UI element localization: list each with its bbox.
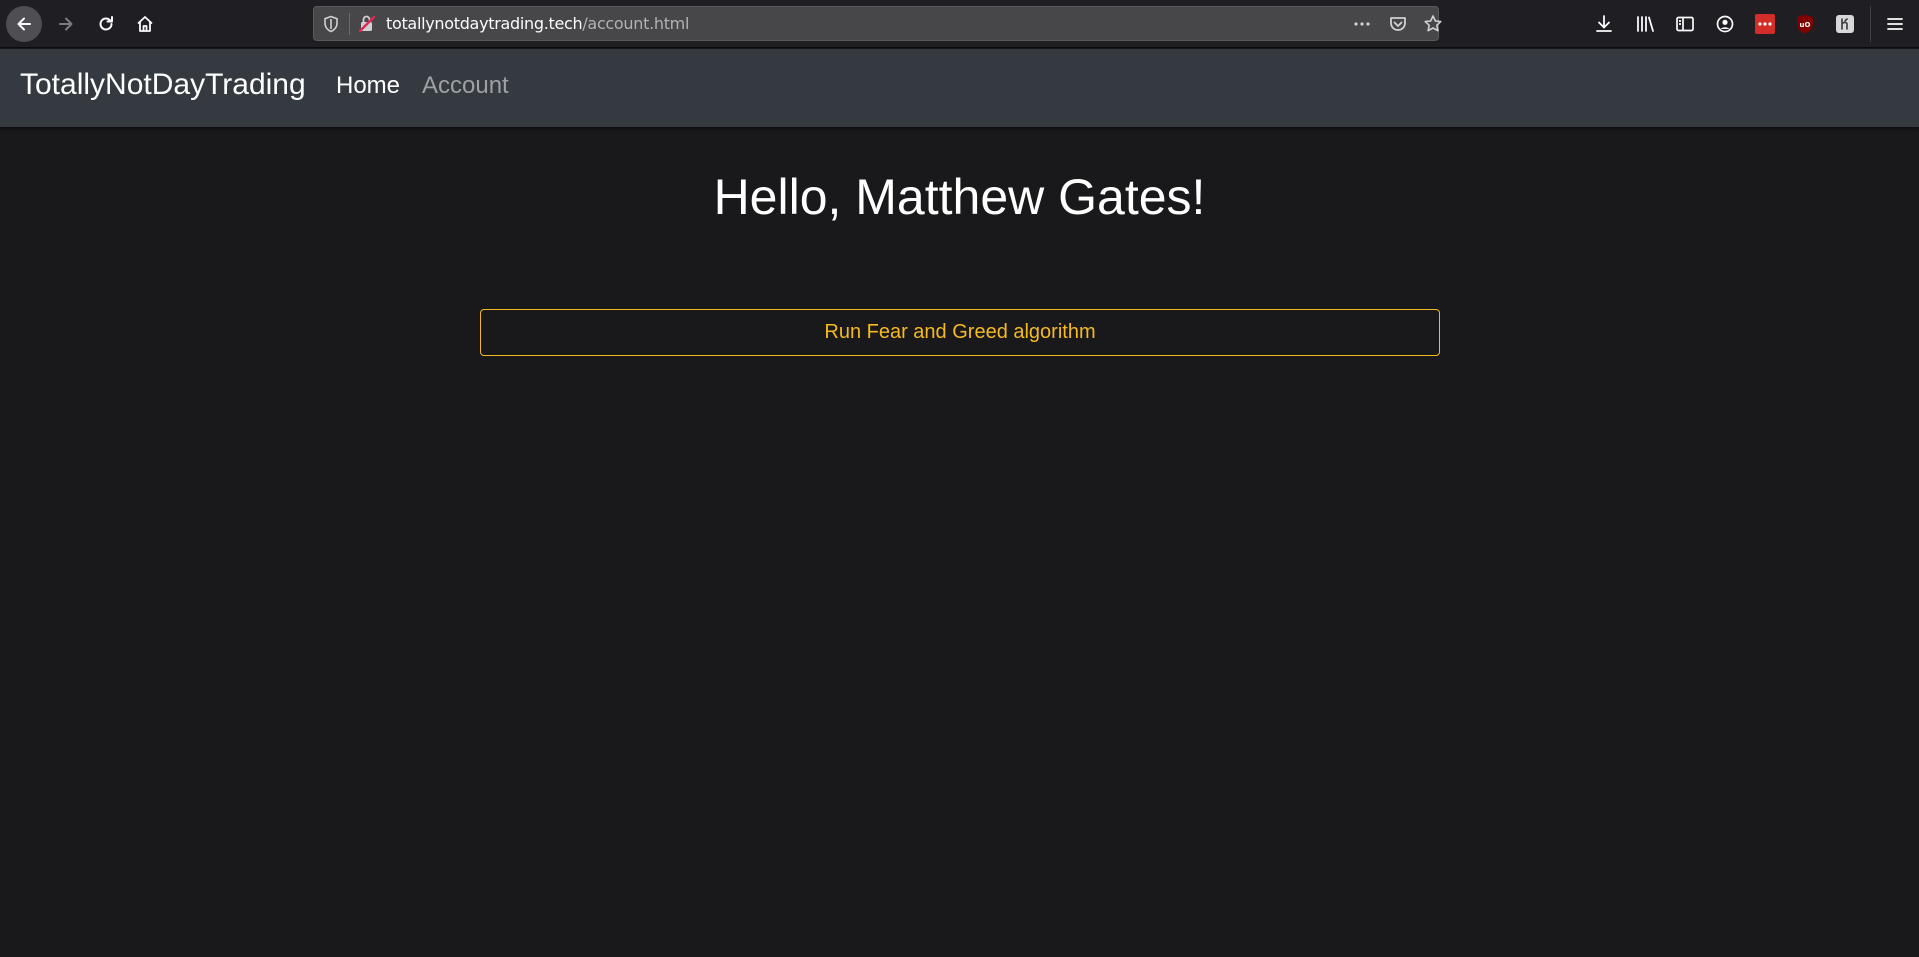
url-separator [349,13,350,35]
browser-toolbar: totallynotdaytrading.tech/account.html u… [0,0,1919,48]
page-actions-button[interactable] [1350,13,1374,35]
library-icon [1637,16,1654,32]
insecure-lock-icon[interactable] [357,14,377,34]
sidebar-icon [1676,16,1694,32]
ublock-extension-button[interactable]: uO [1793,12,1817,36]
home-icon [137,16,153,32]
extension-icon [1836,15,1854,33]
url-text[interactable]: totallynotdaytrading.tech/account.html [386,14,689,33]
pocket-button[interactable] [1386,13,1410,35]
url-bar[interactable]: totallynotdaytrading.tech/account.html [313,6,1442,41]
nav-link-home[interactable]: Home [336,72,400,100]
url-host: totallynotdaytrading.tech [386,14,583,33]
pocket-icon [1390,17,1406,31]
downloads-button[interactable] [1592,12,1616,36]
firefox-account-button[interactable] [1713,12,1737,36]
toolbar-divider [1870,6,1871,42]
run-fear-greed-button[interactable]: Run Fear and Greed algorithm [480,309,1440,356]
reload-button[interactable] [88,6,124,42]
back-icon [17,17,31,31]
svg-text:uO: uO [1800,21,1811,29]
home-button[interactable] [127,6,163,42]
account-icon [1716,15,1734,33]
site-navbar: TotallyNotDayTrading Home Account [0,49,1919,127]
more-actions-icon [1354,22,1370,26]
bookmark-button[interactable] [1421,13,1445,35]
download-icon [1596,15,1612,32]
sidebar-button[interactable] [1673,12,1697,36]
tracking-shield-icon[interactable] [322,15,340,33]
menu-icon [1887,18,1903,30]
url-path: /account.html [582,14,690,33]
reload-icon [99,16,113,31]
extension-button[interactable] [1833,12,1857,36]
page-title: Hello, Matthew Gates! [713,169,1206,225]
ublock-icon: uO [1797,14,1813,34]
forward-icon [59,17,73,31]
app-menu-button[interactable] [1883,12,1907,36]
navbar-brand[interactable]: TotallyNotDayTrading [20,68,306,102]
forward-button[interactable] [48,6,84,42]
library-button[interactable] [1633,12,1657,36]
lastpass-extension-button[interactable] [1753,12,1777,36]
lastpass-icon [1755,14,1775,34]
bookmark-star-icon [1424,15,1442,32]
back-button[interactable] [6,6,42,42]
nav-link-account[interactable]: Account [422,72,509,100]
